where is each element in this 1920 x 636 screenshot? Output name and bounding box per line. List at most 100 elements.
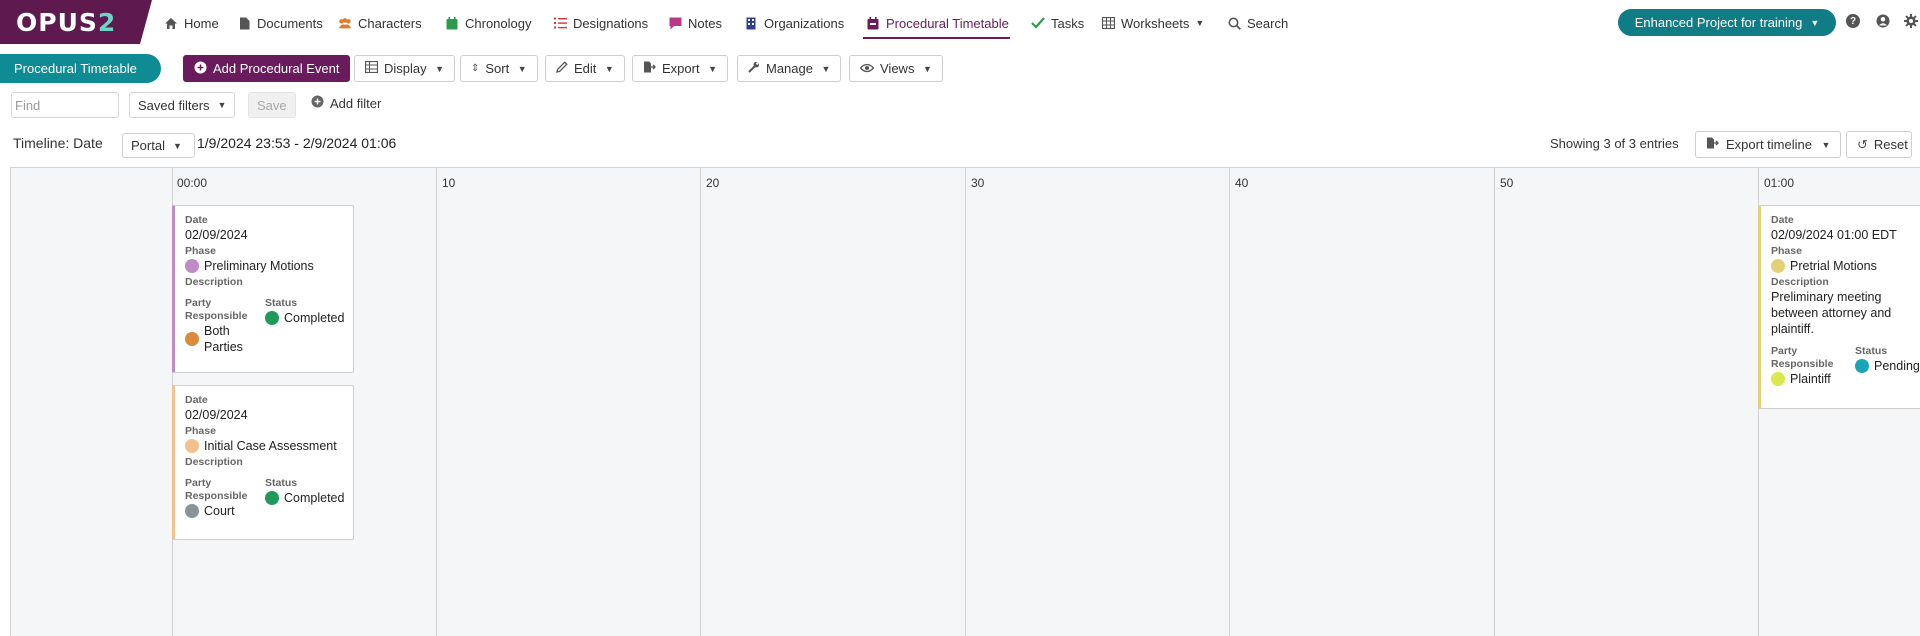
- event-party: Court: [185, 503, 253, 519]
- party-color-dot: [1771, 372, 1785, 386]
- nav-notes[interactable]: Notes: [668, 13, 722, 33]
- event-phase: Pretrial Motions: [1771, 258, 1920, 274]
- chevron-down-icon: ▼: [217, 100, 227, 110]
- project-selector[interactable]: Enhanced Project for training ▼: [1618, 9, 1836, 36]
- wrench-icon: [748, 61, 760, 76]
- export-dropdown[interactable]: Export ▼: [632, 55, 728, 82]
- tab-procedural-timetable[interactable]: Procedural Timetable: [0, 54, 161, 83]
- pencil-icon: [556, 61, 568, 76]
- event-phase: Preliminary Motions: [185, 258, 353, 274]
- eye-icon: [859, 61, 875, 76]
- timeline-label: Timeline: Date: [13, 135, 103, 151]
- portal-select[interactable]: Portal ▼: [122, 133, 195, 158]
- chevron-down-icon: ▼: [705, 63, 717, 74]
- save-filter-button[interactable]: Save: [248, 92, 296, 118]
- active-tab-indicator: [863, 37, 1010, 39]
- tick-label: 50: [1500, 176, 1514, 190]
- event-phase: Initial Case Assessment: [185, 438, 353, 454]
- phase-color-dot: [1771, 259, 1785, 273]
- chevron-down-icon: ▼: [602, 63, 614, 74]
- find-input[interactable]: [11, 92, 119, 118]
- calendar-icon: [445, 16, 459, 30]
- nav-tasks[interactable]: Tasks: [1031, 13, 1084, 33]
- add-filter-button[interactable]: Add filter: [311, 95, 381, 111]
- nav-organizations[interactable]: Organizations: [744, 13, 844, 33]
- nav-home[interactable]: Home: [164, 13, 219, 33]
- export-icon: [1706, 137, 1719, 152]
- chevron-down-icon: ▼: [1810, 17, 1820, 28]
- help-icon[interactable]: ?: [1846, 14, 1860, 28]
- views-dropdown[interactable]: Views ▼: [849, 55, 943, 82]
- chevron-down-icon: ▼: [515, 63, 527, 74]
- event-card[interactable]: Date 02/09/2024 Phase Initial Case Asses…: [172, 385, 354, 540]
- nav-characters[interactable]: Characters: [338, 13, 422, 33]
- user-icon[interactable]: [1876, 14, 1890, 28]
- party-color-dot: [185, 504, 199, 518]
- nav-chronology[interactable]: Chronology: [445, 13, 532, 33]
- plus-circle-icon: [311, 95, 324, 111]
- event-status: Completed: [265, 490, 344, 506]
- event-card[interactable]: Date 02/09/2024 01:00 EDT Phase Pretrial…: [1758, 205, 1920, 409]
- timeline-range: 1/9/2024 23:53 - 2/9/2024 01:06: [197, 135, 397, 151]
- saved-filters-dropdown[interactable]: Saved filters ▼: [129, 92, 236, 118]
- reset-button[interactable]: ↺ Reset: [1846, 131, 1912, 158]
- plus-circle-icon: [194, 61, 207, 77]
- tick-label: 00:00: [177, 176, 208, 190]
- tick-label: 01:00: [1764, 176, 1795, 190]
- opus2-logo[interactable]: OPUS2: [0, 0, 152, 44]
- top-navigation: OPUS2 Home Documents Characters Chronolo…: [0, 0, 1920, 44]
- event-status: Pending: [1855, 358, 1920, 374]
- add-procedural-event-button[interactable]: Add Procedural Event: [183, 55, 351, 82]
- event-date: 02/09/2024: [185, 408, 248, 422]
- people-icon: [338, 16, 352, 30]
- nav-procedural-timetable[interactable]: Procedural Timetable: [866, 13, 1009, 33]
- status-color-dot: [265, 311, 279, 325]
- tick-label: 30: [971, 176, 985, 190]
- event-party: Both Parties: [185, 323, 253, 355]
- nav-documents[interactable]: Documents: [237, 13, 323, 33]
- table-icon: [364, 60, 379, 76]
- entries-count: Showing 3 of 3 entries: [1550, 136, 1679, 151]
- timetable-icon: [866, 16, 880, 30]
- export-timeline-dropdown[interactable]: Export timeline ▼: [1695, 131, 1842, 158]
- chevron-down-icon: ▼: [172, 140, 182, 151]
- edit-dropdown[interactable]: Edit ▼: [545, 55, 625, 82]
- event-description: Preliminary meeting between attorney and…: [1771, 290, 1892, 336]
- note-icon: [668, 16, 682, 30]
- nav-search[interactable]: Search: [1227, 13, 1288, 33]
- nav-designations[interactable]: Designations: [553, 13, 648, 33]
- display-dropdown[interactable]: Display ▼: [354, 55, 456, 82]
- event-date: 02/09/2024: [185, 228, 248, 242]
- tick-label: 10: [442, 176, 456, 190]
- chevron-down-icon: ▼: [1818, 139, 1831, 150]
- list-icon: [553, 16, 567, 30]
- nav-worksheets[interactable]: Worksheets ▼: [1101, 13, 1204, 33]
- sort-icon: ⇕: [471, 63, 480, 74]
- export-icon: [643, 61, 656, 76]
- party-color-dot: [185, 332, 199, 346]
- status-color-dot: [1855, 359, 1869, 373]
- tick-label: 20: [706, 176, 720, 190]
- timeline-grid[interactable]: 00:00 10 20 30 40 50 01:00 Date 02/09/20…: [10, 167, 1920, 636]
- chevron-down-icon: ▼: [432, 63, 445, 74]
- chevron-down-icon: ▼: [818, 63, 831, 74]
- chevron-down-icon: ▼: [1195, 18, 1205, 28]
- document-icon: [237, 16, 251, 30]
- check-icon: [1031, 16, 1045, 30]
- table-icon: [1101, 16, 1115, 30]
- manage-dropdown[interactable]: Manage ▼: [737, 55, 842, 82]
- phase-color-dot: [185, 259, 199, 273]
- settings-icon[interactable]: [1904, 14, 1918, 28]
- search-icon: [1227, 16, 1241, 30]
- home-icon: [164, 16, 178, 30]
- tick-label: 40: [1235, 176, 1249, 190]
- phase-color-dot: [185, 439, 199, 453]
- building-icon: [744, 16, 758, 30]
- sort-dropdown[interactable]: ⇕ Sort ▼: [460, 55, 538, 82]
- event-status: Completed: [265, 310, 344, 326]
- event-card[interactable]: Date 02/09/2024 Phase Preliminary Motion…: [172, 205, 354, 373]
- status-color-dot: [265, 491, 279, 505]
- event-date: 02/09/2024 01:00 EDT: [1771, 228, 1897, 242]
- chevron-down-icon: ▼: [920, 63, 932, 74]
- event-party: Plaintiff: [1771, 371, 1843, 387]
